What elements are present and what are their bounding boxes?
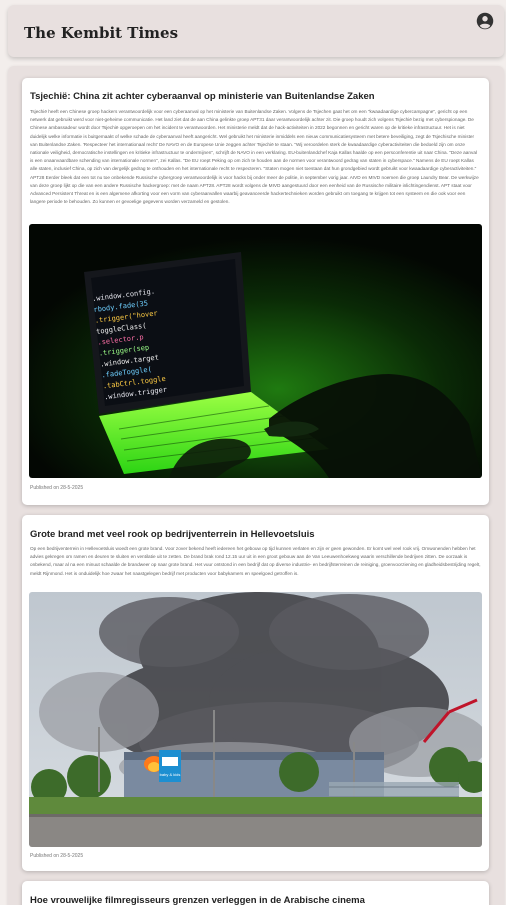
- site-title: The Kembit Times: [24, 24, 179, 42]
- laptop-hacker-image: .window.config. rbody.fade(35 .trigger("…: [29, 224, 482, 478]
- article-card[interactable]: Hoe vrouwelijke filmregisseurs grenzen v…: [22, 881, 489, 905]
- sign-label: baby & kids: [160, 772, 181, 777]
- article-card[interactable]: Grote brand met veel rook op bedrijvente…: [22, 515, 489, 871]
- site-header: The Kembit Times: [8, 5, 504, 57]
- article-summary: Tsjechië heeft een Chinese groep hackers…: [30, 109, 479, 205]
- article-title[interactable]: Grote brand met veel rook op bedrijvente…: [30, 529, 315, 540]
- publish-date: Published on 28-5-2025: [30, 485, 84, 491]
- article-feed: Tsjechië: China zit achter cyberaanval o…: [8, 66, 504, 905]
- article-title[interactable]: Hoe vrouwelijke filmregisseurs grenzen v…: [30, 895, 365, 905]
- fire-smoke-image: baby & kids: [29, 592, 482, 847]
- article-card[interactable]: Tsjechië: China zit achter cyberaanval o…: [22, 78, 489, 505]
- article-summary: Op een bedrijventerrein in Hellevoetslui…: [30, 546, 481, 576]
- article-title[interactable]: Tsjechië: China zit achter cyberaanval o…: [30, 91, 375, 102]
- publish-date: Published on 28-5-2025: [30, 853, 84, 859]
- account-circle-icon[interactable]: [476, 12, 494, 30]
